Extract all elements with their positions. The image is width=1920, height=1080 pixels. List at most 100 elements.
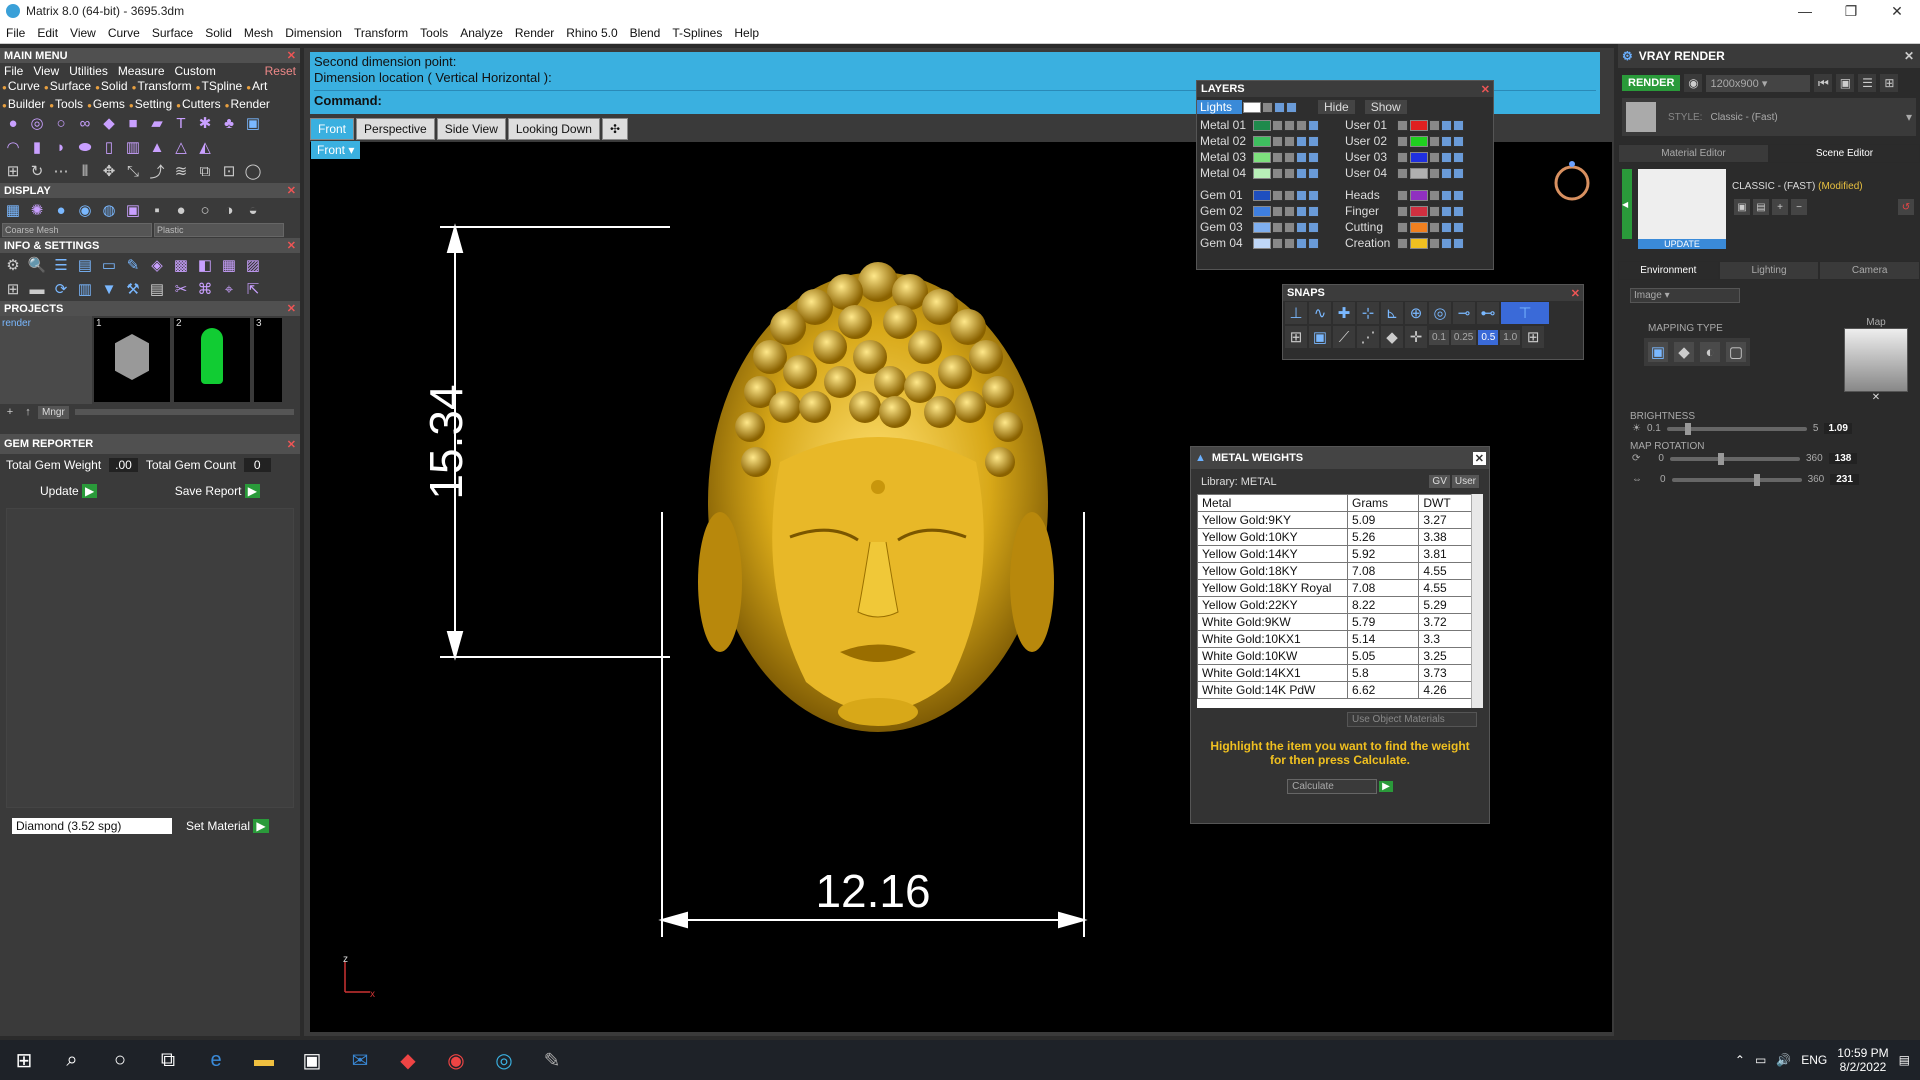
material-chrome-icon[interactable]: ◑ <box>218 199 240 221</box>
table-row[interactable]: White Gold:14KX1 5.8 3.73 <box>1197 664 1477 682</box>
grid-icon[interactable]: ⊞ <box>2 278 24 300</box>
menu-solid[interactable]: Solid <box>199 26 238 40</box>
layer-row[interactable]: Creation <box>1342 235 1490 251</box>
arrow-icon[interactable] <box>1397 151 1408 163</box>
layer-color[interactable] <box>1253 237 1271 249</box>
layer-row[interactable]: Cutting <box>1342 219 1490 235</box>
layer-lights[interactable]: Lights <box>1197 100 1242 114</box>
sphere-tool-icon[interactable]: ● <box>2 112 24 134</box>
lock-icon[interactable] <box>1429 205 1440 217</box>
menu-tools[interactable]: Tools <box>414 26 454 40</box>
visible-icon[interactable] <box>1296 167 1307 179</box>
reset-icon[interactable]: ↺ <box>1898 199 1914 215</box>
lock-icon[interactable] <box>1284 221 1295 233</box>
metal-table-scrollbar[interactable] <box>1471 494 1483 708</box>
mm-view[interactable]: View <box>33 64 59 78</box>
language-indicator[interactable]: ENG <box>1801 1053 1827 1067</box>
layer-icon[interactable] <box>1308 221 1319 233</box>
prism-tool-icon[interactable]: ▰ <box>146 112 168 134</box>
network-icon[interactable]: ▭ <box>1755 1053 1766 1067</box>
tab-tools[interactable]: Tools <box>49 97 83 111</box>
open-icon[interactable]: ▤ <box>1753 199 1769 215</box>
snap-vertex-icon[interactable]: ◆ <box>1381 326 1403 348</box>
store-icon[interactable]: ▣ <box>288 1040 336 1080</box>
wireframe-icon[interactable]: ▦ <box>2 199 24 221</box>
link-tool-icon[interactable]: ∞ <box>74 112 96 134</box>
ghost-icon[interactable]: ◉ <box>74 199 96 221</box>
table-row[interactable]: Yellow Gold:18KY 7.08 4.55 <box>1197 562 1477 580</box>
close-icon[interactable]: ✕ <box>1472 451 1486 465</box>
arrow-icon[interactable] <box>1272 135 1283 147</box>
task-view-icon[interactable]: ⧉ <box>144 1040 192 1080</box>
table-icon[interactable]: ▤ <box>146 278 168 300</box>
layer-icon[interactable] <box>1308 135 1319 147</box>
layer-icon[interactable] <box>1453 205 1464 217</box>
cone-tool-icon[interactable]: ▲ <box>146 136 168 158</box>
menu-transform[interactable]: Transform <box>348 26 414 40</box>
layer-row[interactable]: User 04 <box>1342 165 1490 181</box>
capture-icon[interactable]: ▣ <box>122 199 144 221</box>
panel-icon[interactable]: ▥ <box>74 278 96 300</box>
column-tool-icon[interactable]: ▥ <box>122 136 144 158</box>
pyramid-tool-icon[interactable]: △ <box>170 136 192 158</box>
arrow-icon[interactable] <box>1397 221 1408 233</box>
layer-color[interactable] <box>1410 167 1428 179</box>
wedge-tool-icon[interactable]: ◭ <box>194 136 216 158</box>
layer-icon[interactable] <box>1308 237 1319 249</box>
map-preview[interactable]: Map ✕ <box>1844 317 1908 403</box>
rotate-view-icon[interactable]: ⟳ <box>50 278 72 300</box>
tube-tool-icon[interactable]: ▯ <box>98 136 120 158</box>
layer-row[interactable]: User 01 <box>1342 117 1490 133</box>
merge-icon[interactable]: ⌖ <box>218 278 240 300</box>
xray-icon[interactable]: ◍ <box>98 199 120 221</box>
layer-color[interactable] <box>1253 221 1271 233</box>
snap-ortho-icon[interactable]: ⊤ <box>1501 302 1549 324</box>
buddha-head-model[interactable] <box>698 262 1054 732</box>
table-row[interactable]: White Gold:9KW 5.79 3.72 <box>1197 613 1477 631</box>
project-item[interactable]: render <box>2 318 31 329</box>
mirror-tool-icon[interactable]: ⧉ <box>194 160 216 182</box>
material-sphere-icon[interactable]: ● <box>170 199 192 221</box>
tab-material-editor[interactable]: Material Editor <box>1618 144 1769 163</box>
snap-plane-icon[interactable]: ▣ <box>1309 326 1331 348</box>
visible-icon[interactable] <box>1441 205 1452 217</box>
tab-tspline[interactable]: TSpline <box>196 79 243 93</box>
tab-surface[interactable]: Surface <box>44 79 91 93</box>
photo-icon[interactable]: ▨ <box>242 254 264 276</box>
mapping-sphere-icon[interactable]: ◐ <box>1700 342 1720 362</box>
chevron-down-icon[interactable]: ▾ <box>1906 110 1912 124</box>
render-icon[interactable]: ● <box>50 199 72 221</box>
visible-icon[interactable] <box>1441 237 1452 249</box>
table-row[interactable]: White Gold:14K PdW 6.62 4.26 <box>1197 681 1477 699</box>
start-icon[interactable]: ⊞ <box>0 1040 48 1080</box>
snap-grid-size-icon[interactable]: ⊞ <box>1522 326 1545 348</box>
snap-value-0-5[interactable]: 0.5 <box>1478 329 1499 345</box>
maximize-button[interactable]: ❐ <box>1828 3 1874 20</box>
add-icon[interactable]: + <box>2 405 18 419</box>
menu-dimension[interactable]: Dimension <box>279 26 348 40</box>
tab-gems[interactable]: Gems <box>87 97 125 111</box>
tab-setting[interactable]: Setting <box>129 97 172 111</box>
gem-material-select[interactable]: Diamond (3.52 spg) <box>12 818 172 834</box>
layer-row[interactable]: Metal 03 <box>1197 149 1342 165</box>
layer-icon[interactable] <box>1453 237 1464 249</box>
shape-tool-icon[interactable]: ♣ <box>218 112 240 134</box>
thumb-3[interactable]: 3 <box>254 318 282 402</box>
view-icon[interactable]: ◧ <box>194 254 216 276</box>
layer-color[interactable] <box>1410 135 1428 147</box>
volume-icon[interactable]: 🔊 <box>1776 1053 1791 1067</box>
visible-icon[interactable] <box>1296 205 1307 217</box>
user-toggle[interactable]: User <box>1451 475 1479 488</box>
material-select[interactable]: Plastic <box>154 223 284 237</box>
visible-icon[interactable] <box>1296 189 1307 201</box>
menu-render[interactable]: Render <box>509 26 560 40</box>
bend-tool-icon[interactable]: ⤴ <box>146 160 168 182</box>
visible-icon[interactable] <box>1296 135 1307 147</box>
edge-icon[interactable]: e <box>192 1040 240 1080</box>
update-button[interactable]: Update ▶ <box>40 484 98 498</box>
snap-circle-icon[interactable]: ◎ <box>1429 302 1451 324</box>
menu-surface[interactable]: Surface <box>146 26 199 40</box>
tab-front[interactable]: Front <box>310 118 355 140</box>
visible-icon[interactable] <box>1441 221 1452 233</box>
lock-icon[interactable] <box>1284 237 1295 249</box>
